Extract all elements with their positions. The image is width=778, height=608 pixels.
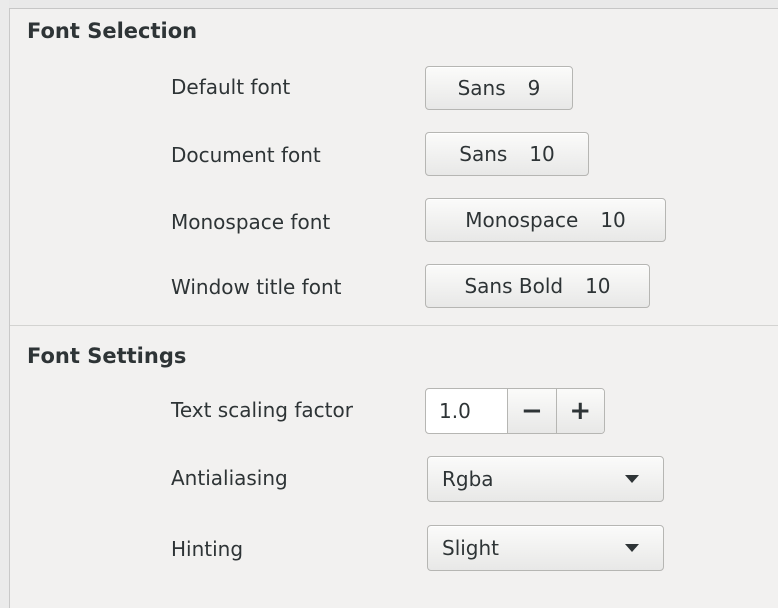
hinting-value: Slight xyxy=(442,536,500,560)
top-border xyxy=(9,0,778,9)
text-scaling-decrement-button[interactable]: − xyxy=(507,389,556,433)
default-font-label: Default font xyxy=(171,75,291,99)
hinting-label: Hinting xyxy=(171,537,244,561)
antialiasing-value: Rgba xyxy=(442,467,494,491)
hinting-dropdown[interactable]: Slight xyxy=(427,525,664,571)
document-font-name: Sans xyxy=(459,142,508,166)
section-divider xyxy=(10,325,778,326)
window-title-font-name: Sans Bold xyxy=(464,274,564,298)
text-scaling-value[interactable]: 1.0 xyxy=(426,389,507,433)
monospace-font-button[interactable]: Monospace 10 xyxy=(425,198,666,242)
font-settings-pane: Font Selection Default font Sans 9 Docume… xyxy=(0,0,778,608)
document-font-button[interactable]: Sans 10 xyxy=(425,132,589,176)
monospace-font-label: Monospace font xyxy=(171,210,331,234)
chevron-down-icon xyxy=(625,544,639,552)
default-font-size: 9 xyxy=(527,76,541,100)
antialiasing-dropdown[interactable]: Rgba xyxy=(427,456,664,502)
window-title-font-size: 10 xyxy=(585,274,611,298)
default-font-button[interactable]: Sans 9 xyxy=(425,66,573,110)
chevron-down-icon xyxy=(625,475,639,483)
monospace-font-size: 10 xyxy=(600,208,626,232)
left-border xyxy=(0,0,10,608)
text-scaling-spinbutton: 1.0 − + xyxy=(425,388,605,434)
monospace-font-name: Monospace xyxy=(465,208,579,232)
antialiasing-label: Antialiasing xyxy=(171,466,288,490)
window-title-font-label: Window title font xyxy=(171,275,342,299)
text-scaling-increment-button[interactable]: + xyxy=(555,389,604,433)
default-font-name: Sans xyxy=(457,76,506,100)
document-font-label: Document font xyxy=(171,143,321,167)
window-title-font-button[interactable]: Sans Bold 10 xyxy=(425,264,650,308)
text-scaling-label: Text scaling factor xyxy=(171,398,353,422)
font-selection-heading: Font Selection xyxy=(27,19,198,43)
font-settings-heading: Font Settings xyxy=(27,344,187,368)
document-font-size: 10 xyxy=(529,142,555,166)
